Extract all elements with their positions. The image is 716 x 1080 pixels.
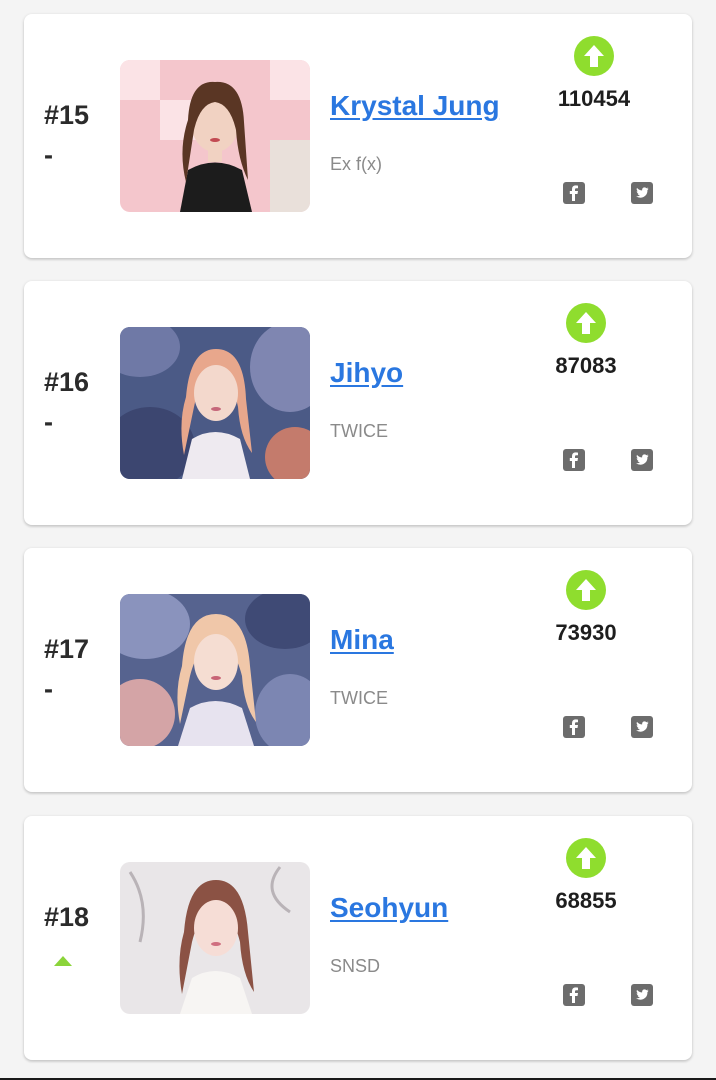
facebook-share-button[interactable]: [563, 984, 585, 1006]
group-name: TWICE: [330, 688, 388, 708]
rank-change: -: [44, 674, 53, 704]
twitter-icon: [636, 187, 649, 198]
idol-name-link[interactable]: Krystal Jung: [330, 90, 500, 122]
arrow-up-circle-icon: [584, 45, 604, 67]
rank-number: #17: [44, 634, 90, 664]
vote-count: 110454: [557, 86, 631, 111]
vote-up-button[interactable]: [566, 303, 606, 343]
twitter-icon: [636, 989, 649, 1000]
vote-up-button[interactable]: [566, 570, 606, 610]
rank-change: -: [44, 407, 53, 437]
vote-count: 87083: [555, 353, 617, 378]
idol-name-link[interactable]: Seohyun: [330, 892, 448, 924]
facebook-icon: [569, 987, 578, 1003]
arrow-up-circle-icon: [576, 312, 596, 334]
idol-photo[interactable]: [120, 327, 310, 479]
rank-number: #15: [44, 100, 90, 130]
rank-change: -: [44, 140, 53, 170]
rank-number: #16: [44, 367, 90, 397]
ranking-card: #17 - Mina TWICE 73930: [24, 548, 692, 792]
arrow-up-circle-icon: [576, 579, 596, 601]
twitter-share-button[interactable]: [631, 182, 653, 204]
idol-name-link[interactable]: Mina: [330, 624, 394, 656]
idol-photo[interactable]: [120, 862, 310, 1014]
vote-count: 68855: [555, 888, 617, 913]
vote-count: 73930: [555, 620, 617, 645]
facebook-share-button[interactable]: [563, 182, 585, 204]
twitter-share-button[interactable]: [631, 984, 653, 1006]
ranking-card: #18 Seohyun SNSD 68855: [24, 816, 692, 1060]
twitter-share-button[interactable]: [631, 716, 653, 738]
facebook-share-button[interactable]: [563, 716, 585, 738]
vote-up-button[interactable]: [574, 36, 614, 76]
vote-up-button[interactable]: [566, 838, 606, 878]
idol-name-link[interactable]: Jihyo: [330, 357, 403, 389]
facebook-icon: [569, 452, 578, 468]
twitter-icon: [636, 454, 649, 465]
ranking-card: #15 - Krystal Jung Ex f(x) 110454: [24, 14, 692, 258]
group-name: TWICE: [330, 421, 388, 441]
facebook-icon: [569, 185, 578, 201]
facebook-share-button[interactable]: [563, 449, 585, 471]
group-name: SNSD: [330, 956, 381, 976]
arrow-up-circle-icon: [576, 847, 596, 869]
ranking-card: #16 - Jihyo TWICE 87083: [24, 281, 692, 525]
idol-photo[interactable]: [120, 594, 310, 746]
twitter-icon: [636, 721, 649, 732]
group-name: Ex f(x): [330, 154, 382, 174]
twitter-share-button[interactable]: [631, 449, 653, 471]
rank-number: #18: [44, 902, 90, 932]
idol-photo[interactable]: [120, 60, 310, 212]
facebook-icon: [569, 719, 578, 735]
rank-up-icon: [54, 956, 72, 966]
